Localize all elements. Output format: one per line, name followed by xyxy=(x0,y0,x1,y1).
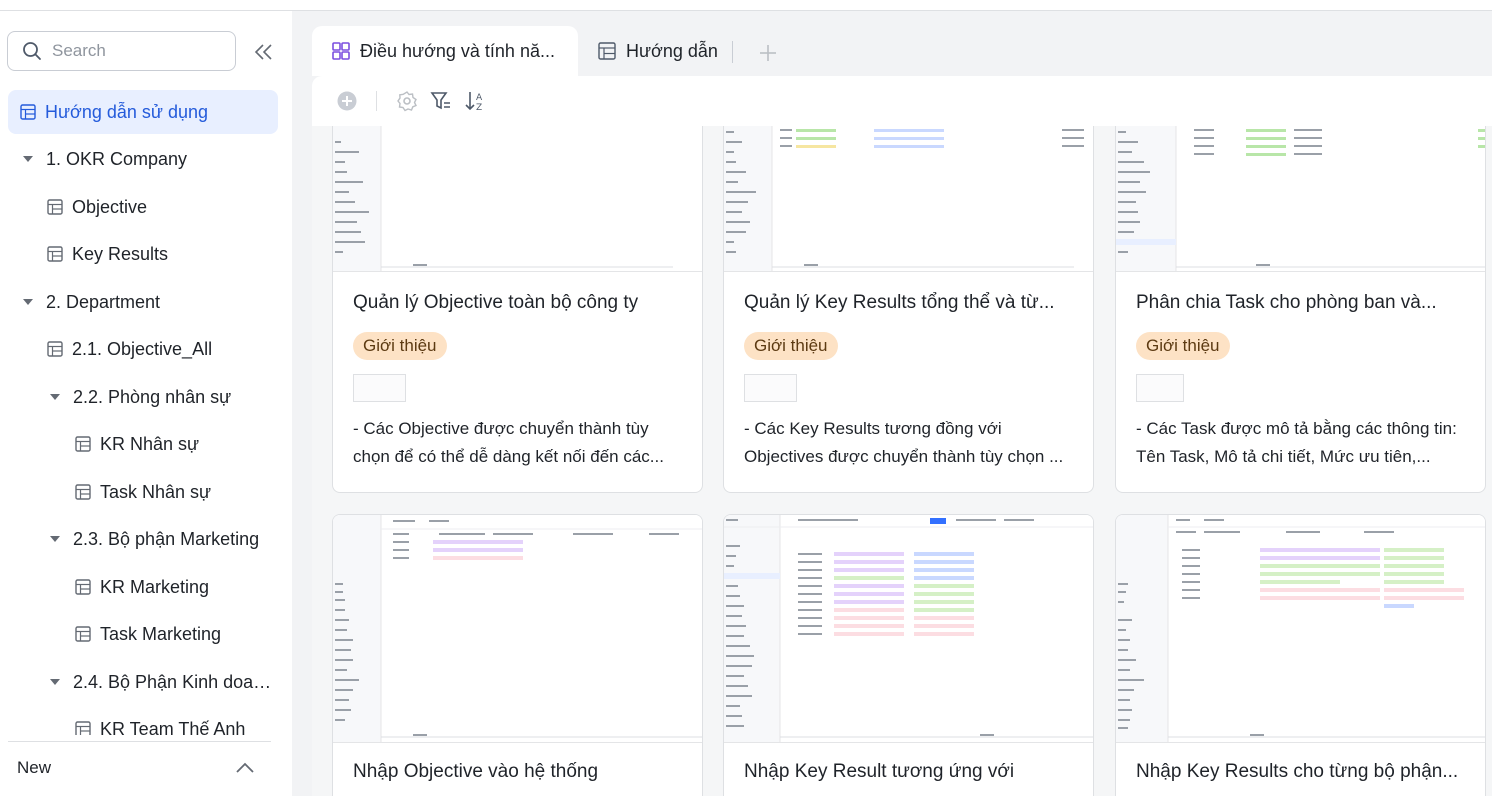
card-tag: Giới thiệu xyxy=(353,332,447,360)
tab-label: Hướng dẫn xyxy=(626,40,718,61)
gallery-card[interactable]: Phân chia Task cho phòng ban và... Giới … xyxy=(1115,126,1486,493)
search-box[interactable] xyxy=(7,31,236,71)
chevron-up-icon[interactable] xyxy=(235,761,255,775)
card-tag: Giới thiệu xyxy=(744,332,838,360)
sidebar-item-bo-phan-marketing[interactable]: 2.3. Bộ phận Marketing xyxy=(49,517,278,561)
toolbar-separator xyxy=(376,91,377,111)
caret-down-icon[interactable] xyxy=(49,391,61,403)
sidebar-item-okr-company[interactable]: 1. OKR Company xyxy=(22,137,278,181)
table-icon xyxy=(47,199,63,215)
sidebar-item-department[interactable]: 2. Department xyxy=(22,280,278,324)
table-icon xyxy=(75,626,91,642)
window-top-bar xyxy=(0,0,1492,11)
settings-icon[interactable] xyxy=(396,90,418,112)
view-tabs: Điều hướng và tính nă... Hướng dẫn xyxy=(292,11,1492,76)
sidebar-item-label: Task Marketing xyxy=(100,623,222,644)
table-icon xyxy=(47,246,63,262)
card-description: - Các Key Results tương đồng với Objecti… xyxy=(744,419,1064,466)
tab-gallery-view[interactable]: Điều hướng và tính nă... xyxy=(312,26,578,76)
tab-huong-dan[interactable]: Hướng dẫn xyxy=(598,26,723,76)
table-icon xyxy=(75,484,91,500)
sidebar-item-label: 2.4. Bộ Phận Kinh doan... xyxy=(72,671,278,692)
card-title: Nhập Key Results cho từng bộ phận... xyxy=(1136,761,1459,782)
view-toolbar: A Z xyxy=(312,76,1492,126)
gallery-view: A Z Quản lý Objective toàn bộ công ty Gi… xyxy=(312,76,1492,796)
sidebar-item-task-marketing[interactable]: Task Marketing xyxy=(75,612,278,656)
table-icon xyxy=(598,42,616,60)
gallery-card[interactable]: Quản lý Objective toàn bộ công ty Giới t… xyxy=(332,126,703,493)
sort-icon[interactable]: A Z xyxy=(464,90,486,112)
card-description: - Các Task được mô tả bằng các thông tin… xyxy=(1136,419,1457,466)
sidebar-item-label: 2.1. Objective_All xyxy=(72,338,213,359)
tab-label: Điều hướng và tính nă... xyxy=(360,40,555,61)
card-description: - Các Objective được chuyển thành tùy ch… xyxy=(353,419,664,466)
sidebar-item-label: Key Results xyxy=(72,243,169,264)
card-attachment-thumbnail[interactable] xyxy=(353,374,406,402)
sidebar-item-objective-all[interactable]: 2.1. Objective_All xyxy=(47,327,278,371)
gallery-card[interactable]: Nhập Key Results cho từng bộ phận... xyxy=(1115,514,1486,796)
sidebar-item-label: Task Nhân sự xyxy=(100,481,212,502)
main-area: Điều hướng và tính nă... Hướng dẫn A Z Q… xyxy=(292,11,1492,796)
card-cover-image xyxy=(1116,126,1485,272)
sidebar-item-phong-nhan-su[interactable]: 2.2. Phòng nhân sự xyxy=(49,375,278,419)
gallery-card[interactable]: Nhập Key Result tương ứng với xyxy=(723,514,1094,796)
sidebar-item-label: Hướng dẫn sử dụng xyxy=(45,101,209,122)
caret-down-icon[interactable] xyxy=(49,533,61,545)
add-record-icon[interactable] xyxy=(336,90,358,112)
card-title: Quản lý Objective toàn bộ công ty xyxy=(353,292,639,313)
search-input[interactable] xyxy=(52,41,212,61)
sidebar-item-label: KR Team Thế Anh xyxy=(100,718,246,736)
gallery-card[interactable]: Nhập Objective vào hệ thống xyxy=(332,514,703,796)
sidebar-item-kr-nhan-su[interactable]: KR Nhân sự xyxy=(75,422,278,466)
add-view-icon[interactable] xyxy=(758,43,778,63)
sidebar-item-objective[interactable]: Objective xyxy=(47,185,278,229)
svg-text:Z: Z xyxy=(476,103,482,112)
sidebar-item-label: Objective xyxy=(72,196,148,217)
card-cover-image xyxy=(1116,515,1485,743)
sidebar-item-huong-dan-su-dung[interactable]: Hướng dẫn sử dụng xyxy=(8,90,278,134)
collapse-sidebar-icon[interactable] xyxy=(252,41,276,63)
sidebar-item-label: 2. Department xyxy=(46,291,161,312)
sidebar-item-task-nhan-su[interactable]: Task Nhân sự xyxy=(75,470,278,514)
table-icon xyxy=(75,721,91,735)
table-icon xyxy=(47,341,63,357)
sidebar-item-label: 2.2. Phòng nhân sự xyxy=(73,386,232,407)
sidebar-item-label: KR Nhân sự xyxy=(100,433,200,454)
caret-down-icon[interactable] xyxy=(22,296,34,308)
sidebar-item-kr-team-the-anh[interactable]: KR Team Thế Anh xyxy=(75,707,278,735)
card-attachment-thumbnail[interactable] xyxy=(744,374,797,402)
gallery-icon xyxy=(332,42,350,60)
filter-icon[interactable] xyxy=(430,90,452,112)
card-cover-image xyxy=(724,126,1093,272)
table-icon xyxy=(75,436,91,452)
search-icon xyxy=(23,42,41,60)
table-icon xyxy=(20,104,36,120)
card-cover-image xyxy=(333,126,702,272)
card-attachment-thumbnail[interactable] xyxy=(1136,374,1184,402)
caret-down-icon[interactable] xyxy=(49,676,61,688)
table-icon xyxy=(75,579,91,595)
gallery-card[interactable]: Quản lý Key Results tổng thể và từ... Gi… xyxy=(723,126,1094,493)
svg-text:A: A xyxy=(476,93,483,103)
sidebar: Hướng dẫn sử dụng 1. OKR Company Objecti… xyxy=(0,11,292,796)
sidebar-item-label: 2.3. Bộ phận Marketing xyxy=(73,528,260,549)
sidebar-item-kr-marketing[interactable]: KR Marketing xyxy=(75,565,278,609)
card-grid: Quản lý Objective toàn bộ công ty Giới t… xyxy=(312,126,1492,796)
sidebar-item-key-results[interactable]: Key Results xyxy=(47,232,278,276)
sidebar-item-label: KR Marketing xyxy=(100,576,210,597)
card-title: Nhập Key Result tương ứng với xyxy=(744,761,1015,782)
card-title: Quản lý Key Results tổng thể và từ... xyxy=(744,292,1055,313)
card-tag: Giới thiệu xyxy=(1136,332,1230,360)
sidebar-footer-divider xyxy=(8,741,271,742)
sidebar-item-bo-phan-kinh-doanh[interactable]: 2.4. Bộ Phận Kinh doan... xyxy=(49,660,278,704)
sidebar-item-label: 1. OKR Company xyxy=(46,148,188,169)
card-title: Nhập Objective vào hệ thống xyxy=(353,761,599,782)
sidebar-tree: Hướng dẫn sử dụng 1. OKR Company Objecti… xyxy=(0,90,292,735)
new-button[interactable]: New xyxy=(17,758,51,778)
card-title: Phân chia Task cho phòng ban và... xyxy=(1136,292,1437,313)
tab-separator xyxy=(732,41,733,63)
caret-down-icon[interactable] xyxy=(22,153,34,165)
card-cover-image xyxy=(333,515,702,743)
card-cover-image xyxy=(724,515,1093,743)
